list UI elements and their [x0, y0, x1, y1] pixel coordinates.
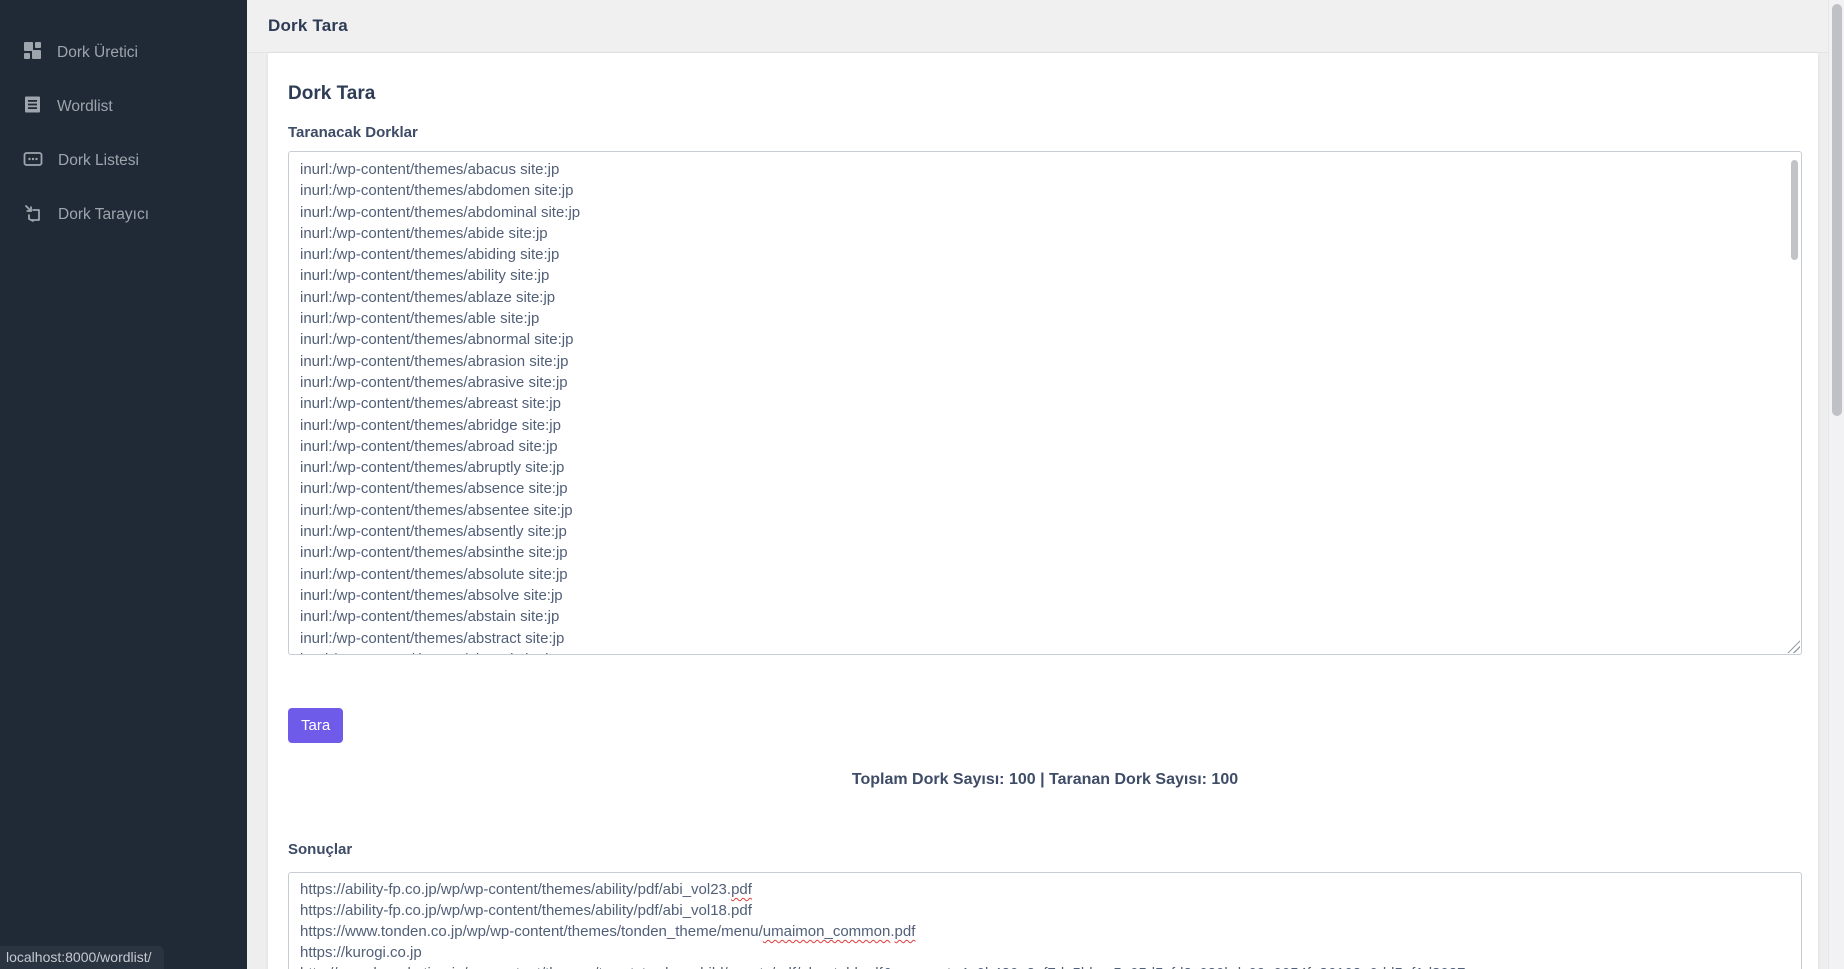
sidebar: Dork Üretici Wordlist Dork Listesi Dork … — [0, 0, 247, 969]
card-title: Dork Tara — [288, 83, 376, 104]
url-preview-bubble: localhost:8000/wordlist/ — [0, 946, 164, 969]
sidebar-item-label: Wordlist — [57, 98, 113, 115]
result-line: http://www.hmarketing.in/wp-content/them… — [300, 963, 1781, 969]
sidebar-item-label: Dork Üretici — [57, 44, 138, 61]
main-area: Dork Tara Dork Tara Taranacak Dorklar in… — [247, 0, 1828, 969]
sidebar-item-dork-uretici[interactable]: Dork Üretici — [0, 26, 247, 80]
dorks-scrollbar-thumb[interactable] — [1791, 160, 1798, 260]
sidebar-item-dork-tarayici[interactable]: Dork Tarayıcı — [0, 188, 247, 242]
dork-tara-card: Dork Tara Taranacak Dorklar inurl:/wp-co… — [268, 53, 1818, 969]
results-label: Sonuçlar — [288, 841, 353, 858]
dorks-resize-handle[interactable] — [1787, 640, 1800, 653]
scan-icon — [23, 203, 43, 228]
sidebar-nav: Dork Üretici Wordlist Dork Listesi Dork … — [0, 0, 247, 242]
page-title: Dork Tara — [268, 16, 348, 35]
result-line: https://www.tonden.co.jp/wp/wp-content/t… — [300, 923, 916, 940]
result-line: https://ability-fp.co.jp/wp/wp-content/t… — [300, 902, 752, 919]
result-line: https://kurogi.co.jp — [300, 944, 422, 961]
dots-box-icon — [23, 149, 43, 174]
page-scrollbar-thumb[interactable] — [1832, 4, 1842, 416]
url-preview-text: localhost:8000/wordlist/ — [6, 949, 152, 965]
dorks-label: Taranacak Dorklar — [288, 124, 418, 141]
page-scrollbar[interactable] — [1828, 0, 1844, 969]
grid-icon — [23, 41, 42, 65]
dork-counter: Toplam Dork Sayısı: 100 | Taranan Dork S… — [851, 771, 1239, 788]
sidebar-item-label: Dork Tarayıcı — [58, 206, 150, 223]
results-box[interactable]: https://ability-fp.co.jp/wp/wp-content/t… — [288, 872, 1802, 969]
result-line: https://ability-fp.co.jp/wp/wp-content/t… — [300, 881, 752, 898]
dorks-textarea[interactable]: inurl:/wp-content/themes/abacus site:jp … — [288, 151, 1802, 655]
sidebar-item-label: Dork Listesi — [58, 152, 139, 169]
dorks-text[interactable]: inurl:/wp-content/themes/abacus site:jp … — [289, 152, 1801, 654]
tara-button[interactable]: Tara — [288, 708, 344, 743]
sidebar-item-wordlist[interactable]: Wordlist — [0, 80, 247, 134]
sidebar-item-dork-listesi[interactable]: Dork Listesi — [0, 134, 247, 188]
wordlist-icon — [23, 95, 42, 119]
page-header: Dork Tara — [247, 0, 1828, 53]
